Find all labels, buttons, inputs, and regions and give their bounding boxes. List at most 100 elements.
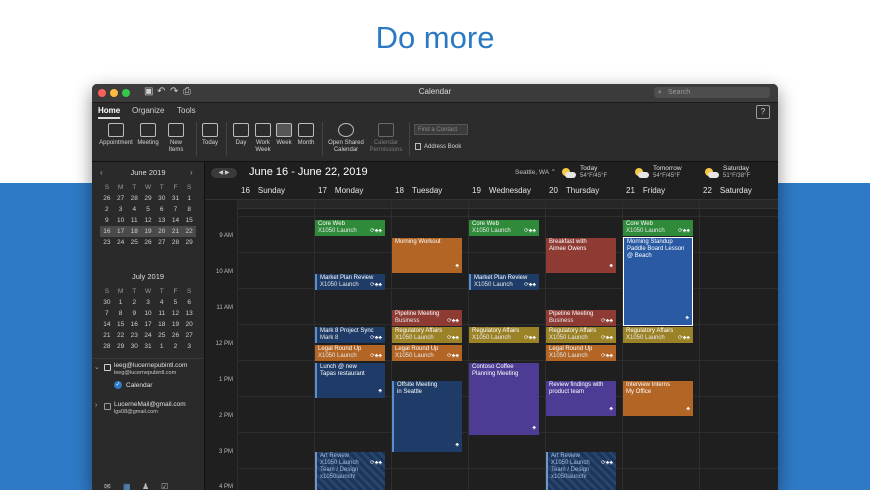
calendar-label[interactable]: Calendar bbox=[126, 382, 152, 389]
event-core-web[interactable]: Core Web X1050 Launch ⟳♣♣ bbox=[623, 220, 693, 236]
people-icon[interactable]: ♟ bbox=[142, 482, 149, 490]
date-cell[interactable]: 9 bbox=[100, 215, 114, 226]
calendar-permissions-button[interactable]: Calendar Permissions bbox=[366, 123, 406, 154]
day-header-thursday[interactable]: 20 Thursday bbox=[549, 186, 599, 195]
date-cell[interactable]: 11 bbox=[127, 215, 141, 226]
month-view-button[interactable]: Month bbox=[295, 123, 317, 147]
event-legal-round-up[interactable]: Legal Round Up X1050 Launch ⟳♣♣ bbox=[546, 345, 616, 361]
mini-calendar-grid[interactable]: S M T W T F S 30 1 2 3 4 5 6 7 8 9 10 11 12 13 14 15 16 17 18 19 20… bbox=[100, 286, 196, 352]
event-offsite-meeting[interactable]: Offsite Meeting in Seattle ♣ bbox=[392, 381, 462, 452]
date-cell[interactable]: 13 bbox=[155, 215, 169, 226]
event-morning-standup[interactable]: Morning Standup Paddle Board Lesson @ Be… bbox=[623, 237, 693, 326]
tasks-icon[interactable]: ☑ bbox=[161, 482, 168, 490]
selected-week-row[interactable]: 16 17 18 19 20 21 22 bbox=[100, 226, 196, 237]
week-row[interactable]: 9 10 11 12 13 14 15 bbox=[100, 215, 196, 226]
date-cell[interactable]: 23 bbox=[100, 237, 114, 248]
day-header-saturday[interactable]: 22 Saturday bbox=[703, 186, 752, 195]
date-cell[interactable]: 30 bbox=[127, 341, 141, 352]
tab-home[interactable]: Home bbox=[98, 106, 120, 115]
date-cell[interactable]: 2 bbox=[127, 297, 141, 308]
date-cell[interactable]: 24 bbox=[141, 330, 155, 341]
account-checkbox[interactable] bbox=[104, 403, 111, 410]
event-regulatory-affairs[interactable]: Regulatory Affairs X1050 Launch ⟳♣♣ bbox=[392, 327, 462, 343]
all-day-row[interactable] bbox=[237, 200, 778, 209]
date-cell[interactable]: 24 bbox=[114, 237, 128, 248]
event-market-plan-review[interactable]: Market Plan Review X1050 Launch ⟳♣♣ bbox=[315, 274, 385, 290]
day-header-monday[interactable]: 17 Monday bbox=[318, 186, 363, 195]
date-cell[interactable]: 18 bbox=[127, 226, 141, 237]
day-header-wednesday[interactable]: 19 Wednesday bbox=[472, 186, 531, 195]
date-cell[interactable]: 26 bbox=[141, 237, 155, 248]
mail-icon[interactable]: ✉ bbox=[104, 482, 111, 490]
week-row[interactable]: 28 29 30 31 1 2 3 bbox=[100, 341, 196, 352]
date-cell[interactable]: 13 bbox=[182, 308, 196, 319]
event-core-web[interactable]: Core Web X1050 Launch ⟳♣♣ bbox=[315, 220, 385, 236]
date-cell[interactable]: 28 bbox=[127, 193, 141, 204]
event-review-findings[interactable]: Review findings with product team ♣ bbox=[546, 381, 616, 416]
date-cell[interactable]: 19 bbox=[169, 319, 183, 330]
prev-next-week-buttons[interactable]: ◀ ▶ bbox=[211, 168, 237, 178]
date-cell[interactable]: 31 bbox=[141, 341, 155, 352]
day-view-button[interactable]: Day bbox=[232, 123, 250, 147]
event-pipeline-meeting[interactable]: Pipeline Meeting Business ⟳♣♣ bbox=[546, 310, 616, 326]
event-regulatory-affairs[interactable]: Regulatory Affairs X1050 Launch ⟳♣♣ bbox=[623, 327, 693, 343]
chevron-right-icon[interactable]: › bbox=[95, 402, 97, 409]
day-header-friday[interactable]: 21 Friday bbox=[626, 186, 665, 195]
help-icon[interactable]: ? bbox=[756, 105, 770, 119]
date-cell[interactable]: 18 bbox=[155, 319, 169, 330]
account-checkbox[interactable] bbox=[104, 364, 111, 371]
week-row[interactable]: 23 24 25 26 27 28 29 bbox=[100, 237, 196, 248]
week-grid[interactable]: 9 AM 10 AM 11 AM 12 PM 1 PM 2 PM 3 PM 4 … bbox=[205, 200, 778, 490]
date-cell[interactable]: 7 bbox=[100, 308, 114, 319]
date-cell[interactable]: 26 bbox=[169, 330, 183, 341]
date-cell[interactable]: 22 bbox=[182, 226, 196, 237]
week-row[interactable]: 2345678 bbox=[100, 204, 196, 215]
week-row[interactable]: 14 15 16 17 18 19 20 bbox=[100, 319, 196, 330]
new-meeting-button[interactable]: Meeting bbox=[136, 123, 160, 147]
date-cell[interactable]: 21 bbox=[100, 330, 114, 341]
event-pipeline-meeting[interactable]: Pipeline Meeting Business ⟳♣♣ bbox=[392, 310, 462, 326]
date-cell[interactable]: 2 bbox=[100, 204, 114, 215]
event-market-plan-review[interactable]: Market Plan Review X1050 Launch ⟳♣♣ bbox=[469, 274, 539, 290]
event-regulatory-affairs[interactable]: Regulatory Affairs X1050 Launch ⟳♣♣ bbox=[546, 327, 616, 343]
day-header-sunday[interactable]: 16 Sunday bbox=[241, 186, 285, 195]
date-cell[interactable]: 23 bbox=[127, 330, 141, 341]
date-cell[interactable]: 11 bbox=[155, 308, 169, 319]
date-cell[interactable]: 30 bbox=[155, 193, 169, 204]
event-mark8-sync[interactable]: Mark 8 Project Sync Mark 8 ⟳♣♣ bbox=[315, 327, 385, 343]
date-cell[interactable]: 31 bbox=[169, 193, 183, 204]
today-button[interactable]: Today bbox=[200, 123, 220, 147]
date-cell[interactable]: 5 bbox=[169, 297, 183, 308]
date-cell[interactable]: 1 bbox=[114, 297, 128, 308]
date-cell[interactable]: 19 bbox=[141, 226, 155, 237]
date-cell[interactable]: 26 bbox=[100, 193, 114, 204]
date-cell[interactable]: 1 bbox=[155, 341, 169, 352]
date-cell[interactable]: 29 bbox=[182, 237, 196, 248]
date-cell[interactable]: 14 bbox=[169, 215, 183, 226]
date-cell[interactable]: 3 bbox=[182, 341, 196, 352]
date-cell[interactable]: 12 bbox=[169, 308, 183, 319]
next-month-icon[interactable]: › bbox=[190, 168, 193, 177]
search-input[interactable]: ⌕ Search bbox=[654, 87, 770, 98]
tab-tools[interactable]: Tools bbox=[177, 106, 196, 115]
date-cell[interactable]: 5 bbox=[141, 204, 155, 215]
event-regulatory-affairs[interactable]: Regulatory Affairs X1050 Launch ⟳♣♣ bbox=[469, 327, 539, 343]
event-legal-round-up[interactable]: Legal Round Up X1050 Launch ⟳♣♣ bbox=[392, 345, 462, 361]
work-week-view-button[interactable]: Work Week bbox=[252, 123, 274, 154]
new-items-button[interactable]: New Items bbox=[164, 123, 188, 154]
date-cell[interactable]: 30 bbox=[100, 297, 114, 308]
event-breakfast[interactable]: Breakfast with Aimee Owens ♣ bbox=[546, 238, 616, 273]
date-cell[interactable]: 3 bbox=[114, 204, 128, 215]
date-cell[interactable]: 3 bbox=[141, 297, 155, 308]
date-cell[interactable]: 2 bbox=[169, 341, 183, 352]
event-core-web[interactable]: Core Web X1050 Launch ⟳♣♣ bbox=[469, 220, 539, 236]
date-cell[interactable]: 1 bbox=[182, 193, 196, 204]
date-cell[interactable]: 6 bbox=[182, 297, 196, 308]
event-art-review[interactable]: Art Review X1050 Launch Team / Design x10… bbox=[315, 452, 385, 490]
date-cell[interactable]: 17 bbox=[114, 226, 128, 237]
date-cell[interactable]: 15 bbox=[114, 319, 128, 330]
date-cell[interactable]: 22 bbox=[114, 330, 128, 341]
date-cell[interactable]: 16 bbox=[100, 226, 114, 237]
calendar-icon[interactable]: ▦ bbox=[123, 482, 131, 490]
event-interview-interns[interactable]: Interview Interns My Office ♣ bbox=[623, 381, 693, 416]
